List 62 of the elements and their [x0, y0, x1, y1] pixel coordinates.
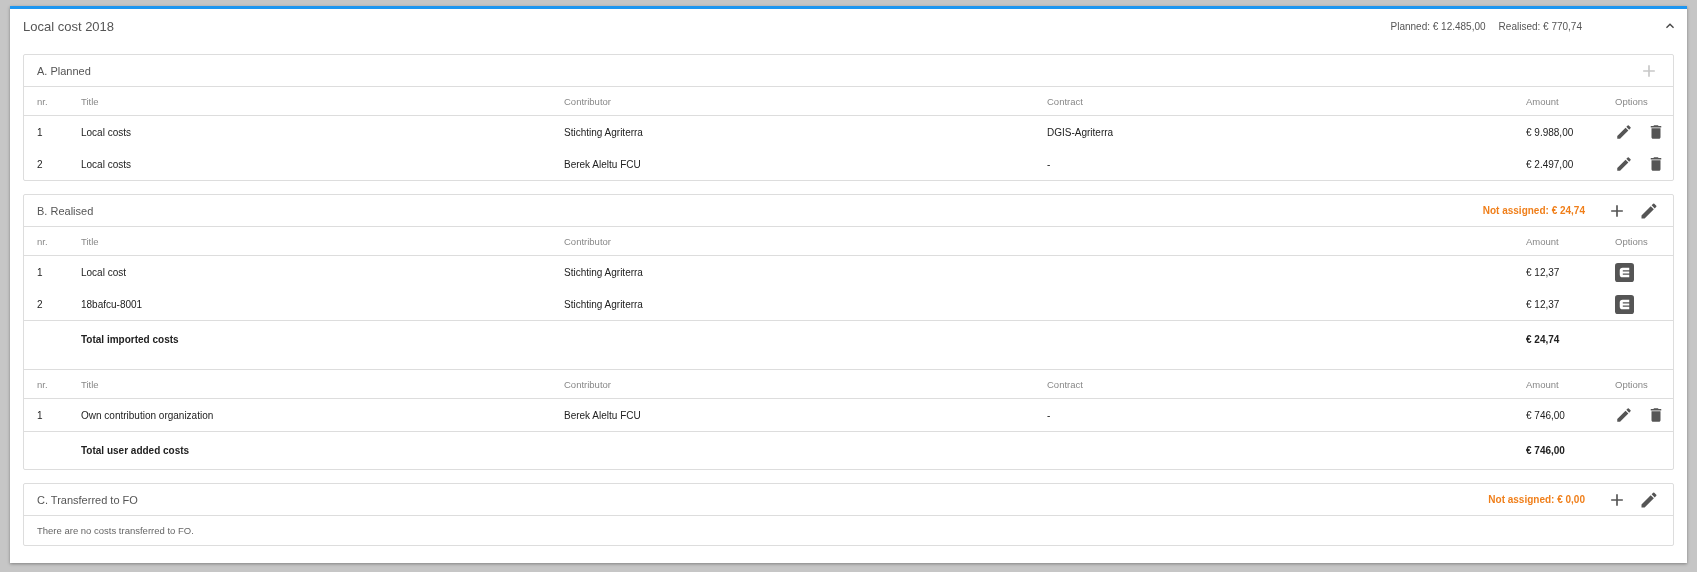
section-title: C. Transferred to FO — [37, 493, 139, 506]
total-label: Total user added costs — [81, 445, 191, 456]
total-label: Total imported costs — [81, 334, 180, 345]
table-cell-text: Own contribution organization — [81, 409, 215, 421]
table-cell-text: - — [1047, 158, 1052, 170]
table-cell-text: 18bafcu-8001 — [81, 298, 144, 310]
e-letter-icon[interactable] — [1615, 294, 1634, 314]
edit-button[interactable] — [1639, 489, 1659, 510]
table-cell-text: Berek Aleltu FCU — [564, 158, 642, 170]
table-cell-text: 1 — [36, 266, 44, 278]
table-cell-text: 2 — [36, 158, 44, 170]
summary-total: Realised: € 770,74 — [1498, 20, 1582, 32]
table-cell-text: Stichting Agriterra — [564, 266, 644, 278]
table-cell-text: Local costs — [81, 158, 133, 170]
table-cell-text: € 746,00 — [1526, 409, 1566, 421]
column-header: Contributor — [564, 95, 612, 107]
column-header: Contributor — [564, 235, 612, 247]
panel-title: Local cost 2018 — [23, 18, 116, 34]
column-header: nr. — [36, 378, 49, 390]
column-header: Contract — [1047, 378, 1084, 390]
column-header: Amount — [1526, 95, 1560, 107]
column-header: Amount — [1526, 378, 1560, 390]
table-cell-text: € 12,37 — [1526, 266, 1561, 278]
section-title: A. Planned — [37, 64, 92, 77]
not-assigned-amount: Not assigned: € 24,74 — [1482, 205, 1585, 216]
column-header: Title — [81, 235, 100, 247]
pencil-icon — [1639, 489, 1659, 510]
table-cell-text: Stichting Agriterra — [564, 298, 644, 310]
table-cell-text: Berek Aleltu FCU — [564, 409, 642, 421]
table-cell-text: DGIS-Agriterra — [1047, 126, 1115, 138]
e-letter-icon[interactable] — [1615, 262, 1634, 282]
pencil-icon[interactable] — [1615, 123, 1633, 141]
table-cell-text: 1 — [36, 409, 44, 421]
total-amount: € 24,74 — [1526, 334, 1561, 345]
table-cell-text: 2 — [36, 298, 44, 310]
table-cell-text: 1 — [36, 126, 44, 138]
column-header: nr. — [36, 235, 49, 247]
pencil-icon[interactable] — [1615, 155, 1633, 173]
not-assigned-amount: Not assigned: € 0,00 — [1488, 494, 1585, 505]
table-cell-text: € 9.988,00 — [1526, 126, 1575, 138]
column-header: Options — [1615, 95, 1649, 107]
pencil-icon[interactable] — [1615, 406, 1633, 424]
column-header: Options — [1615, 235, 1649, 247]
table-cell-text: Local cost — [81, 266, 128, 278]
column-header: Amount — [1526, 235, 1560, 247]
edit-button[interactable] — [1639, 200, 1659, 221]
empty-message: There are no costs transferred to FO. — [36, 524, 195, 538]
pencil-icon — [1639, 200, 1659, 221]
column-header: Contributor — [564, 378, 612, 390]
table-cell-text: - — [1047, 409, 1052, 421]
table-cell-text: Stichting Agriterra — [564, 126, 644, 138]
table-cell-text: Local costs — [81, 126, 133, 138]
column-header: Title — [81, 95, 100, 107]
column-header: Contract — [1047, 95, 1084, 107]
column-header: Options — [1615, 378, 1649, 390]
section-title: B. Realised — [37, 204, 95, 217]
column-header: Title — [81, 378, 100, 390]
table-cell-text: € 12,37 — [1526, 298, 1561, 310]
table-cell-text: € 2.497,00 — [1526, 158, 1575, 170]
summary-total: Planned: € 12.485,00 — [1390, 20, 1486, 32]
total-amount: € 746,00 — [1526, 445, 1566, 456]
column-header: nr. — [36, 95, 49, 107]
